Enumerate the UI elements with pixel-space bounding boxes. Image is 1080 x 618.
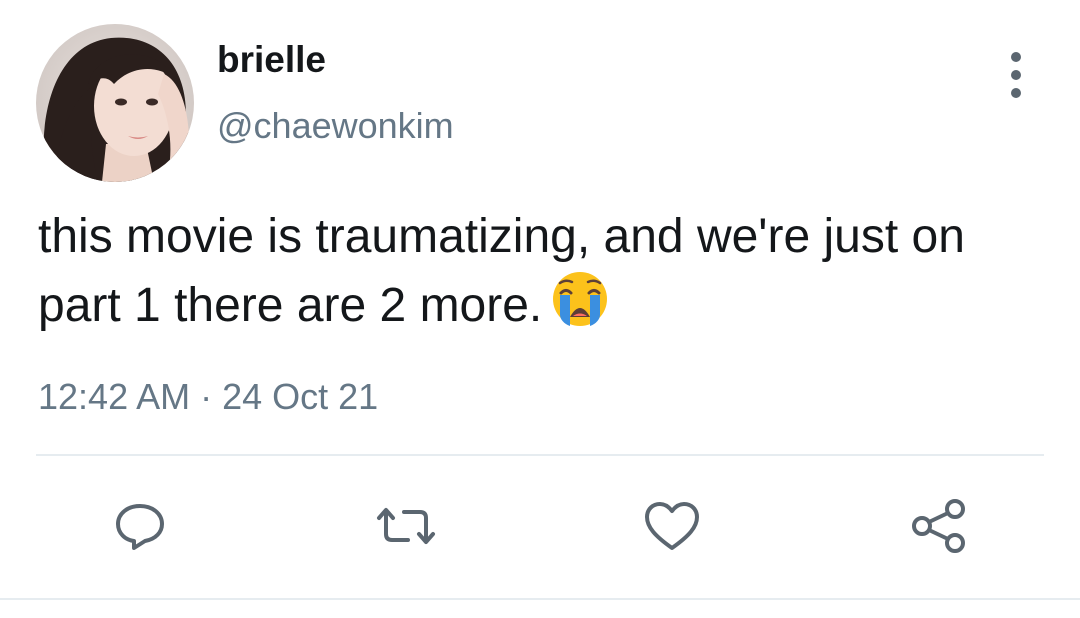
tweet-body: this movie is traumatizing, and we're ju… — [38, 210, 965, 332]
tweet-card: brielle @chaewonkim this movie is trauma… — [0, 0, 1080, 618]
share-button[interactable] — [909, 496, 969, 556]
heart-icon — [645, 502, 699, 550]
divider — [0, 598, 1080, 600]
reply-icon — [116, 504, 164, 550]
loudly-crying-face-icon — [550, 269, 610, 329]
retweet-icon — [377, 508, 435, 544]
like-button[interactable] — [642, 496, 702, 556]
divider — [36, 454, 1044, 456]
avatar[interactable] — [36, 24, 194, 182]
tweet-text: this movie is traumatizing, and we're ju… — [38, 205, 1048, 338]
reply-button[interactable] — [110, 496, 170, 556]
tweet-timestamp[interactable]: 12:42 AM · 24 Oct 21 — [38, 375, 378, 419]
more-vertical-icon — [1011, 52, 1021, 62]
user-handle[interactable]: @chaewonkim — [217, 104, 454, 148]
retweet-button[interactable] — [376, 496, 436, 556]
share-icon — [912, 499, 965, 553]
more-options-button[interactable] — [996, 50, 1036, 100]
more-vertical-icon-dot — [1011, 88, 1021, 98]
display-name[interactable]: brielle — [217, 38, 326, 82]
more-vertical-icon-dot — [1011, 70, 1021, 80]
